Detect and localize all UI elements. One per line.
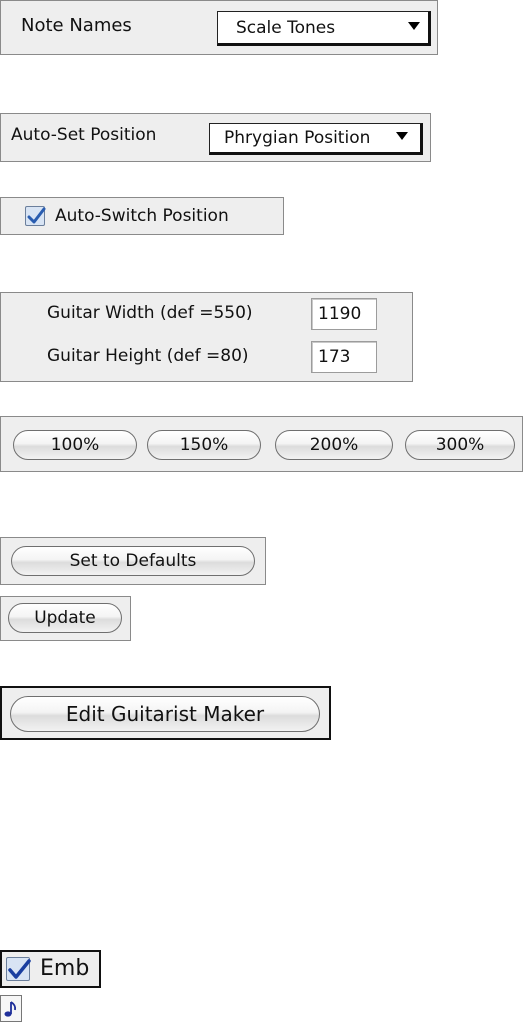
set-defaults-panel: Set to Defaults	[0, 537, 266, 585]
auto-set-position-value: Phrygian Position	[224, 128, 371, 148]
note-names-panel: Note Names Scale Tones	[0, 0, 438, 55]
edit-guitarist-panel: Edit Guitarist Maker	[0, 686, 331, 740]
note-names-select[interactable]: Scale Tones	[217, 11, 431, 46]
guitar-width-label: Guitar Width (def =550)	[47, 303, 253, 323]
emb-label: Emb	[40, 956, 90, 981]
auto-set-position-panel: Auto-Set Position Phrygian Position	[0, 113, 431, 162]
guitar-size-panel: Guitar Width (def =550) 1190 Guitar Heig…	[0, 292, 413, 382]
set-to-defaults-button[interactable]: Set to Defaults	[11, 546, 255, 576]
emb-checkbox[interactable]	[6, 957, 31, 981]
guitar-width-field[interactable]: 1190	[311, 298, 377, 330]
zoom-300-button[interactable]: 300%	[405, 430, 515, 460]
zoom-100-button[interactable]: 100%	[13, 430, 137, 460]
note-names-label: Note Names	[21, 15, 132, 36]
zoom-150-button[interactable]: 150%	[147, 430, 261, 460]
note-names-value: Scale Tones	[236, 17, 336, 38]
eighth-note-icon	[4, 1001, 17, 1017]
guitar-height-field[interactable]: 173	[311, 341, 377, 373]
emb-panel: Emb	[0, 950, 101, 988]
guitar-width-value: 1190	[318, 304, 362, 324]
zoom-200-button[interactable]: 200%	[275, 430, 393, 460]
zoom-buttons-panel: 100% 150% 200% 300%	[0, 416, 523, 472]
checkmark-icon	[8, 959, 31, 979]
guitar-height-label: Guitar Height (def =80)	[47, 346, 249, 366]
auto-switch-position-panel: Auto-Switch Position	[0, 197, 284, 235]
auto-set-position-label: Auto-Set Position	[11, 125, 157, 145]
update-panel: Update	[0, 596, 131, 641]
eighth-note-button[interactable]	[0, 995, 22, 1022]
checkmark-icon	[27, 207, 46, 224]
update-button[interactable]: Update	[8, 603, 122, 633]
chevron-down-icon	[408, 22, 420, 30]
chevron-down-icon	[396, 132, 408, 140]
auto-set-position-select[interactable]: Phrygian Position	[209, 123, 423, 155]
edit-guitarist-maker-button[interactable]: Edit Guitarist Maker	[10, 696, 320, 732]
auto-switch-position-checkbox[interactable]	[25, 206, 46, 226]
auto-switch-position-label: Auto-Switch Position	[55, 206, 229, 226]
guitar-height-value: 173	[318, 347, 351, 367]
